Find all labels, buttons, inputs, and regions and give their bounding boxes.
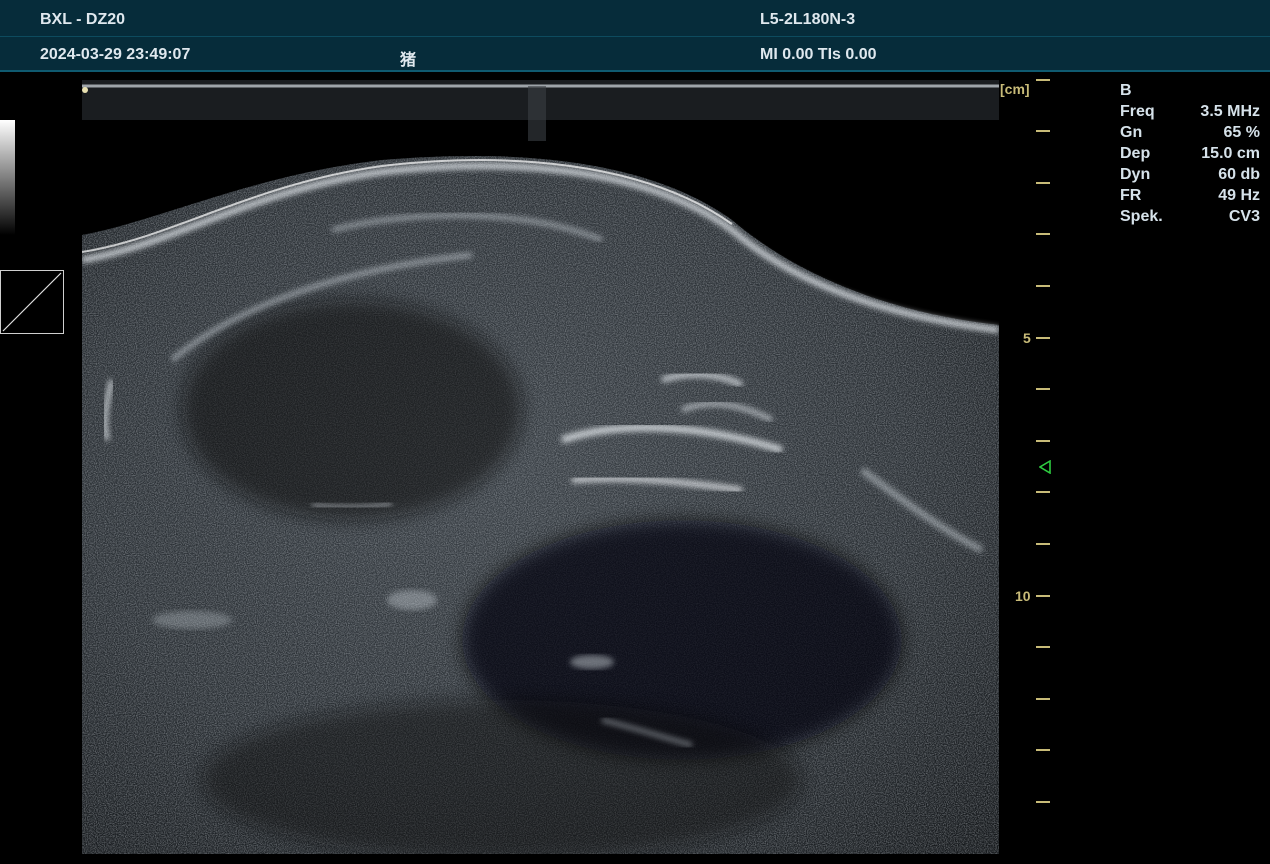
ruler-tick: [1036, 749, 1050, 751]
param-row-depth: Dep 15.0 cm: [1120, 143, 1260, 164]
param-value: 15.0 cm: [1201, 145, 1260, 162]
param-label: Spek.: [1120, 208, 1163, 225]
param-value: 60 db: [1218, 166, 1260, 183]
param-row-dyn: Dyn 60 db: [1120, 164, 1260, 185]
grayscale-bar: [0, 120, 15, 235]
datetime-label: 2024-03-29 23:49:07: [40, 46, 191, 63]
patient-label: 猪: [400, 52, 417, 69]
gamma-curve-icon: [0, 270, 64, 334]
triangle-left-icon[interactable]: [1038, 459, 1051, 479]
ruler-tick: [1036, 801, 1050, 803]
ruler-unit-label: [cm]: [1000, 81, 1030, 97]
ruler-tick: [1036, 595, 1050, 597]
param-label: Dep: [1120, 145, 1151, 162]
device-label: BXL - DZ20: [40, 11, 126, 28]
ultrasound-image[interactable]: [81, 80, 1000, 860]
ruler-tick: [1036, 285, 1050, 287]
ruler-tick: [1036, 491, 1050, 493]
indices-label: MI 0.00 TIs 0.00: [760, 46, 877, 63]
ruler-tick: [1036, 646, 1050, 648]
param-value: CV3: [1228, 208, 1260, 225]
ruler-tick: [1036, 543, 1050, 545]
header-info-bar: 2024-03-29 23:49:07 猪 MI 0.00 TIs 0.00: [0, 37, 1270, 72]
param-label: FR: [1120, 187, 1142, 204]
ruler-tick: [1036, 698, 1050, 700]
ruler-tick: [1036, 388, 1050, 390]
ruler-tick: [1036, 130, 1050, 132]
imaging-mode: B: [1120, 82, 1132, 99]
header-top-bar: BXL - DZ20 L5-2L180N-3: [0, 0, 1270, 37]
param-label: Freq: [1120, 103, 1155, 120]
param-label: Dyn: [1120, 166, 1151, 183]
param-row-spek: Spek. CV3: [1120, 206, 1260, 227]
parameter-panel: B Freq 3.5 MHz Gn 65 % Dep 15.0 cm Dyn 6…: [1120, 80, 1260, 227]
param-row-freq: Freq 3.5 MHz: [1120, 101, 1260, 122]
param-value: 3.5 MHz: [1200, 103, 1260, 120]
param-label: Gn: [1120, 124, 1143, 141]
ruler-label-5: 5: [1023, 330, 1031, 346]
ruler-label-10: 10: [1015, 588, 1031, 604]
ruler-tick: [1036, 79, 1050, 81]
ruler-tick: [1036, 182, 1050, 184]
ultrasound-scan-svg: [81, 80, 1000, 860]
ruler-tick: [1036, 337, 1050, 339]
ruler-tick: [1036, 233, 1050, 235]
param-value: 49 Hz: [1218, 187, 1260, 204]
probe-label: L5-2L180N-3: [760, 11, 856, 28]
ruler-tick: [1036, 440, 1050, 442]
param-row-gain: Gn 65 %: [1120, 122, 1260, 143]
param-row-fr: FR 49 Hz: [1120, 185, 1260, 206]
param-value: 65 %: [1223, 124, 1260, 141]
